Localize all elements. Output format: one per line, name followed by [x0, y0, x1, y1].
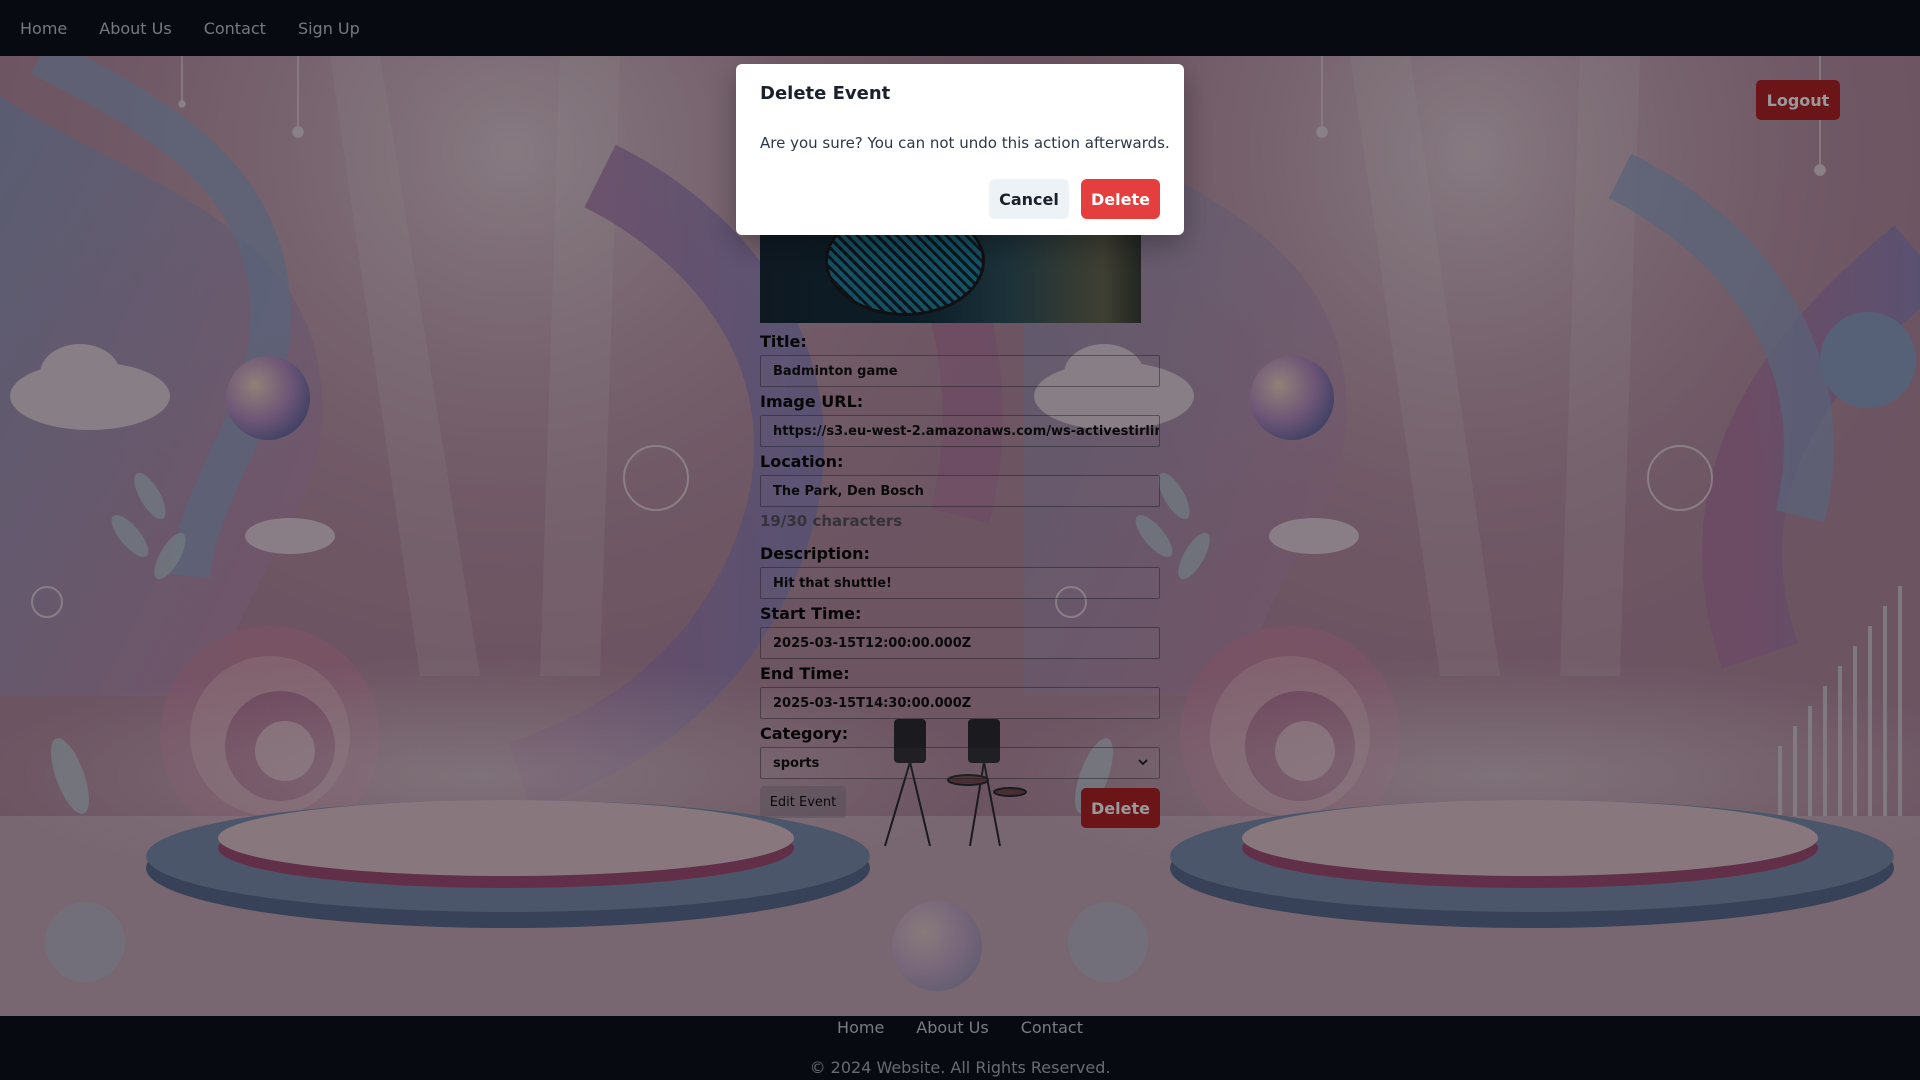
cancel-button[interactable]: Cancel [989, 179, 1069, 219]
delete-event-modal: Delete Event Are you sure? You can not u… [736, 64, 1184, 235]
modal-title: Delete Event [760, 83, 891, 104]
confirm-delete-button[interactable]: Delete [1081, 179, 1160, 219]
modal-message: Are you sure? You can not undo this acti… [760, 134, 1170, 152]
